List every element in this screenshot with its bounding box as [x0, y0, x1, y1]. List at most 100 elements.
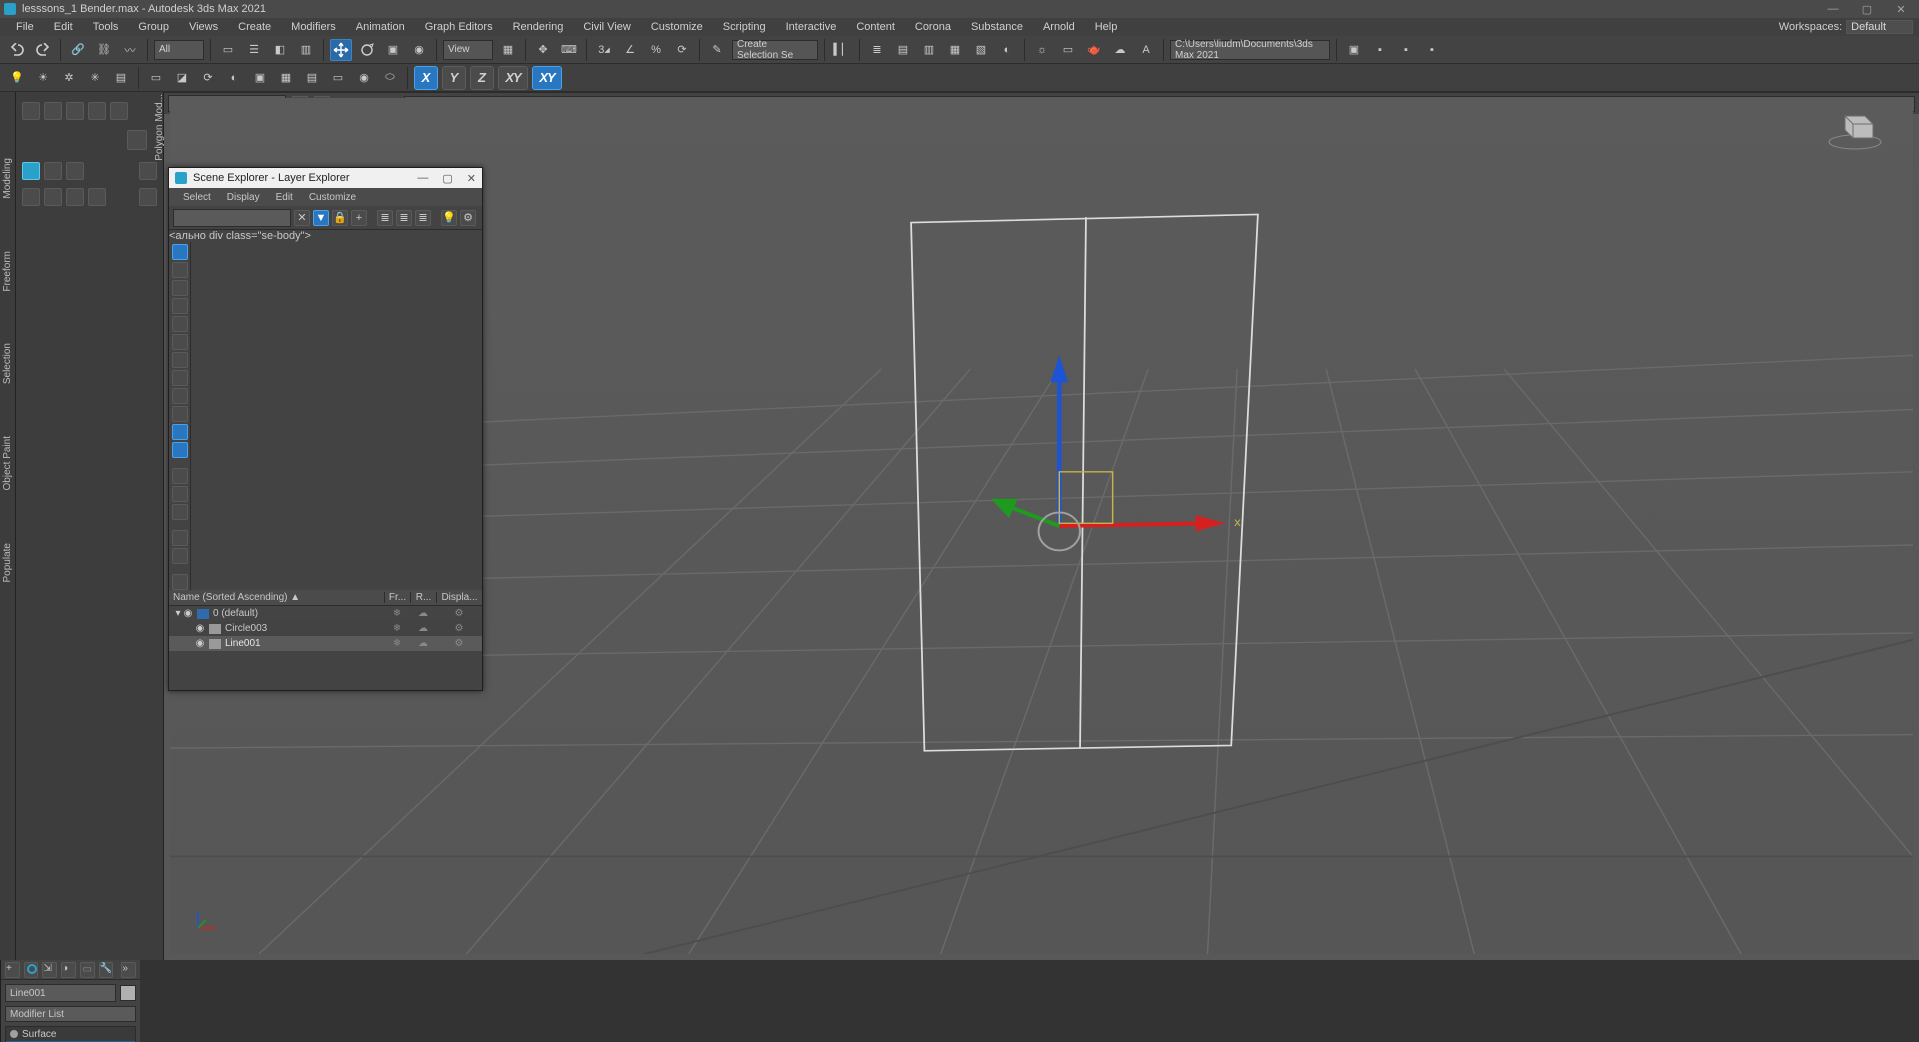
- render-production-button[interactable]: 🫖: [1083, 39, 1105, 61]
- object-name-field[interactable]: Line001: [5, 984, 116, 1002]
- snaps-toggle-button[interactable]: 3◢: [593, 39, 615, 61]
- se-layers-2-button[interactable]: ≣: [396, 210, 412, 226]
- se-expand-all-icon[interactable]: [172, 574, 188, 590]
- window-crossing-button[interactable]: ▥: [295, 39, 317, 61]
- vtab-selection[interactable]: Selection: [2, 337, 13, 390]
- constrain-xy-button[interactable]: XY: [498, 66, 528, 90]
- reference-coord-dropdown[interactable]: View: [443, 40, 493, 60]
- ribbon-expand-button[interactable]: [127, 130, 147, 150]
- se-layers-1-button[interactable]: ≣: [377, 210, 393, 226]
- se-col-frozen[interactable]: Fr...: [384, 592, 410, 603]
- se-display-cell[interactable]: ⚙: [436, 608, 482, 619]
- vtab-populate[interactable]: Populate: [2, 537, 13, 588]
- ribbon-btn-3[interactable]: [66, 102, 84, 120]
- modifier-list-dropdown[interactable]: Modifier List: [5, 1006, 136, 1022]
- scene-explorer-window[interactable]: Scene Explorer - Layer Explorer — ▢ ✕ Se…: [168, 167, 483, 691]
- tab-display[interactable]: ▭: [80, 962, 95, 978]
- light-button-2[interactable]: ☀: [32, 67, 54, 89]
- se-lock-button[interactable]: 🔒: [332, 210, 348, 226]
- se-menu-display[interactable]: Display: [219, 192, 268, 203]
- se-render-cell[interactable]: ☁: [410, 623, 436, 634]
- sel-a-icon[interactable]: ◐: [223, 67, 245, 89]
- named-selection-dropdown[interactable]: Create Selection Se: [732, 40, 818, 60]
- se the-layer-row[interactable]: ▾ ◉ 0 (default) ❄ ☁ ⚙: [169, 606, 482, 621]
- menu-rendering[interactable]: Rendering: [503, 21, 574, 33]
- se-filter-helper-icon[interactable]: [172, 334, 188, 350]
- se-maximize-button[interactable]: ▢: [442, 172, 452, 185]
- se-object-row-line[interactable]: ◉ Line001 ❄ ☁ ⚙: [169, 636, 482, 651]
- workspaces-dropdown[interactable]: Default: [1846, 20, 1913, 34]
- se-display-3-icon[interactable]: [172, 504, 188, 520]
- tab-hierarchy[interactable]: ⇲: [42, 962, 57, 978]
- undo-button[interactable]: [6, 39, 28, 61]
- se-clear-search-button[interactable]: ✕: [294, 210, 310, 226]
- sel-d-icon[interactable]: ▤: [301, 67, 323, 89]
- se-col-render[interactable]: R...: [410, 592, 436, 603]
- light-button-3[interactable]: ✲: [58, 67, 80, 89]
- ribbon-mode-1[interactable]: [22, 162, 40, 180]
- tab-motion[interactable]: ◑: [61, 962, 76, 978]
- material-editor-button[interactable]: ◐: [996, 39, 1018, 61]
- ribbon-mode-ext[interactable]: [139, 162, 157, 180]
- keyboard-shortcut-override-button[interactable]: ⌨: [558, 39, 580, 61]
- se-filter-light-icon[interactable]: [172, 298, 188, 314]
- se-menu-edit[interactable]: Edit: [268, 192, 301, 203]
- select-and-place-button[interactable]: ◉: [408, 39, 430, 61]
- se-object-row-circle[interactable]: ◉ Circle003 ❄ ☁ ⚙: [169, 621, 482, 636]
- se-close-button[interactable]: ✕: [467, 172, 476, 185]
- menu-interactive[interactable]: Interactive: [776, 21, 847, 33]
- menu-help[interactable]: Help: [1085, 21, 1128, 33]
- visibility-eye-icon[interactable]: ◉: [183, 608, 193, 619]
- se-display-cell[interactable]: ⚙: [436, 638, 482, 649]
- ribbon-sub-1[interactable]: [22, 188, 40, 206]
- tab-create[interactable]: +: [5, 962, 20, 978]
- rendered-frame-button[interactable]: ▭: [1057, 39, 1079, 61]
- se-filter-button[interactable]: ▼: [313, 210, 329, 226]
- toggle-ribbon-button[interactable]: ▥: [918, 39, 940, 61]
- se-frozen-cell[interactable]: ❄: [384, 623, 410, 634]
- select-object-button[interactable]: ▭: [217, 39, 239, 61]
- render-in-cloud-button[interactable]: ☁: [1109, 39, 1131, 61]
- se-frozen-cell[interactable]: ❄: [384, 608, 410, 619]
- se-render-cell[interactable]: ☁: [410, 638, 436, 649]
- visibility-eye-icon[interactable]: ◉: [195, 623, 205, 634]
- se-columns-header[interactable]: Name (Sorted Ascending) ▲ Fr... R... Dis…: [169, 590, 482, 606]
- se-light-button[interactable]: 💡: [441, 210, 457, 226]
- project-path-field[interactable]: C:\Users\liudm\Documents\3ds Max 2021: [1170, 40, 1330, 60]
- se-filter-shape-icon[interactable]: [172, 280, 188, 296]
- menu-edit[interactable]: Edit: [44, 21, 83, 33]
- menu-file[interactable]: File: [6, 21, 44, 33]
- menu-views[interactable]: Views: [179, 21, 228, 33]
- sel-b-icon[interactable]: ▣: [249, 67, 271, 89]
- menu-animation[interactable]: Animation: [346, 21, 415, 33]
- scene-explorer-titlebar[interactable]: Scene Explorer - Layer Explorer — ▢ ✕: [169, 168, 482, 188]
- select-by-name-button[interactable]: ☰: [243, 39, 265, 61]
- se-frozen-cell[interactable]: ❄: [384, 638, 410, 649]
- use-pivot-center-button[interactable]: ▦: [497, 39, 519, 61]
- spinner-snap-button[interactable]: ⟳: [671, 39, 693, 61]
- se-col-name[interactable]: Name (Sorted Ascending): [173, 592, 288, 603]
- menu-group[interactable]: Group: [128, 21, 179, 33]
- se-menu-select[interactable]: Select: [175, 192, 219, 203]
- se-layers-3-button[interactable]: ≣: [415, 210, 431, 226]
- sel-center-icon[interactable]: ⟳: [197, 67, 219, 89]
- open-autodesk-button[interactable]: A: [1135, 39, 1157, 61]
- render-setup-button[interactable]: ☼: [1031, 39, 1053, 61]
- se-show-all-icon[interactable]: [172, 244, 188, 260]
- ribbon-sub-4[interactable]: [88, 188, 106, 206]
- se-funnel-2-icon[interactable]: [172, 548, 188, 564]
- menu-modifiers[interactable]: Modifiers: [281, 21, 346, 33]
- corona-toolbar-button-1[interactable]: ▪: [1369, 39, 1391, 61]
- mirror-button[interactable]: ▍▏: [831, 39, 853, 61]
- stack-item-surface[interactable]: Surface: [6, 1027, 135, 1041]
- ribbon-sub-2[interactable]: [44, 188, 62, 206]
- light-button-4[interactable]: ✳: [84, 67, 106, 89]
- menu-civil-view[interactable]: Civil View: [573, 21, 640, 33]
- se-col-display[interactable]: Displa...: [436, 592, 482, 603]
- se-display-2-icon[interactable]: [172, 486, 188, 502]
- visibility-eye-icon[interactable]: ◉: [195, 638, 205, 649]
- ribbon-sub-ext[interactable]: [139, 188, 157, 206]
- se-filter-space-icon[interactable]: [172, 352, 188, 368]
- sel-e-icon[interactable]: ▭: [327, 67, 349, 89]
- toggle-layer-explorer-button[interactable]: ▤: [892, 39, 914, 61]
